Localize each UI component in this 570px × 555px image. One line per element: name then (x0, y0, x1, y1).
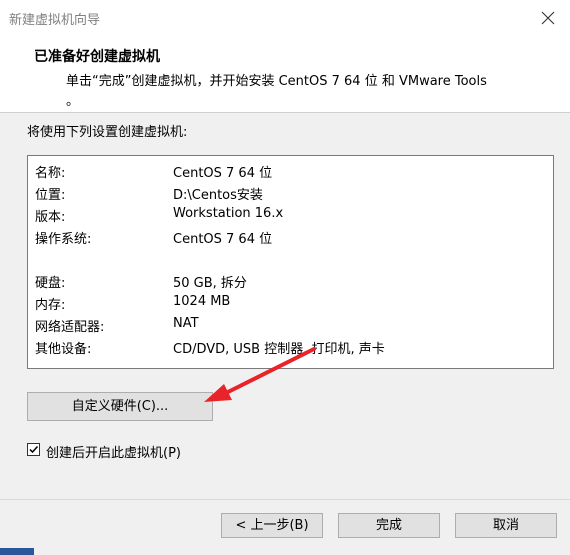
checkmark-icon (29, 445, 39, 454)
finish-button[interactable]: 完成 (338, 513, 440, 538)
annotation-arrow-icon (204, 347, 316, 402)
back-button[interactable]: < 上一步(B) (221, 513, 323, 538)
power-on-label: 创建后开启此虚拟机(P) (46, 446, 181, 461)
footer-divider (0, 499, 570, 500)
power-on-checkbox[interactable] (27, 443, 40, 456)
cancel-button[interactable]: 取消 (455, 513, 557, 538)
taskbar-edge (0, 548, 34, 555)
